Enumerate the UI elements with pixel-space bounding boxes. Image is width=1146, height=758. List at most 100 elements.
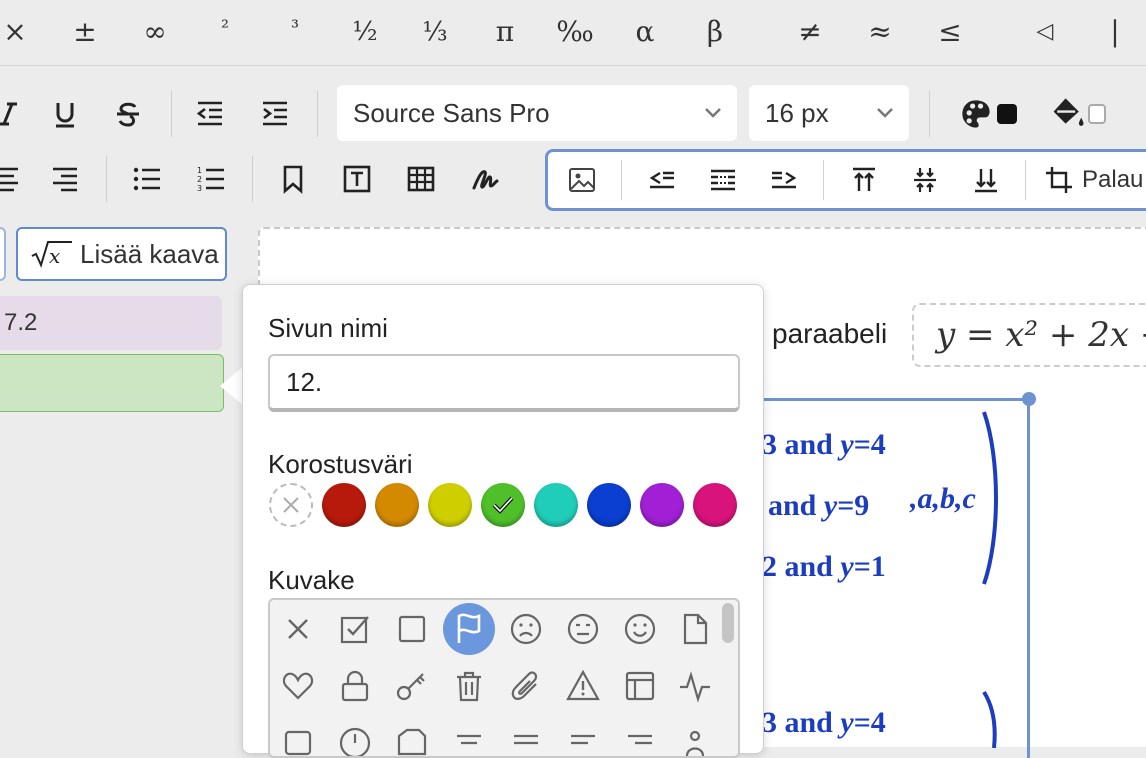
text-color-button[interactable] <box>950 92 1026 136</box>
signature-icon <box>472 170 499 190</box>
wrap-right-button[interactable] <box>762 158 806 202</box>
math-line: and y=9 <box>768 489 869 523</box>
pulse-icon <box>680 671 710 703</box>
color-swatch-purple[interactable] <box>640 483 684 527</box>
color-swatch-none[interactable] <box>269 483 313 527</box>
symbol-approx[interactable]: ≈ <box>855 12 905 52</box>
page-list-item-selected[interactable] <box>0 354 224 412</box>
strikethrough-button[interactable] <box>106 92 150 136</box>
outdent-button[interactable] <box>188 92 232 136</box>
math-line-prefix: 2 and <box>762 550 841 583</box>
color-swatch-blue[interactable] <box>587 483 631 527</box>
icon-option-align-right[interactable] <box>614 717 666 756</box>
color-swatch-teal[interactable] <box>534 483 578 527</box>
symbol-squared[interactable]: ² <box>200 12 250 52</box>
icon-option-document[interactable] <box>669 603 721 655</box>
math-params: ,a,b,c <box>910 482 976 515</box>
clock-icon <box>339 727 371 756</box>
checkbox-checked-icon <box>340 616 369 644</box>
color-swatch-red[interactable] <box>322 483 366 527</box>
icon-option-key[interactable] <box>386 660 438 712</box>
left-panel-button[interactable] <box>0 227 6 281</box>
bullet-list-button[interactable] <box>125 157 169 201</box>
color-swatch-orange[interactable] <box>375 483 419 527</box>
bookmark-icon <box>283 165 303 194</box>
icon-option-warning[interactable] <box>557 660 609 712</box>
symbol-bar[interactable]: | <box>1090 12 1140 52</box>
symbol-less-equal[interactable]: ≤ <box>925 12 975 52</box>
icon-option-lock[interactable] <box>329 660 381 712</box>
icon-option-tag[interactable] <box>386 717 438 756</box>
icon-option-happy-face[interactable] <box>614 603 666 655</box>
page-list-item[interactable]: 7.2 <box>0 296 222 350</box>
symbol-third[interactable]: ⅓ <box>410 12 460 52</box>
math-line-prefix: 3 and <box>762 706 841 739</box>
align-middle-button[interactable] <box>903 158 947 202</box>
symbol-alpha[interactable]: α <box>620 12 670 52</box>
svg-text:3: 3 <box>197 184 202 193</box>
icon-option-checkbox-empty[interactable] <box>386 603 438 655</box>
icon-option-trash[interactable] <box>443 660 495 712</box>
font-family-select[interactable]: Source Sans Pro <box>337 85 737 141</box>
icon-option-person[interactable] <box>669 717 721 756</box>
math-line-var: y <box>840 706 854 739</box>
icon-option-align-center[interactable] <box>443 717 495 756</box>
document-text[interactable]: paraabeli <box>772 318 887 350</box>
icon-option-align-left[interactable] <box>557 717 609 756</box>
math-line-prefix: and <box>768 489 824 522</box>
symbol-plus-minus[interactable]: ± <box>60 12 110 52</box>
icon-option-close[interactable] <box>272 603 324 655</box>
symbol-infinity[interactable]: ∞ <box>130 12 180 52</box>
icon-option-flag[interactable] <box>443 603 495 655</box>
icon-option-align-justify[interactable] <box>500 717 552 756</box>
math-line-prefix: 3 and <box>762 428 841 461</box>
bookmark-button[interactable] <box>271 157 315 201</box>
draw-button[interactable] <box>463 157 507 201</box>
symbol-triangle-left[interactable]: ◁ <box>1020 12 1070 52</box>
page-name-input[interactable] <box>268 354 740 412</box>
align-right-button[interactable] <box>43 157 87 201</box>
icon-option-pulse[interactable] <box>669 660 721 712</box>
scrollbar[interactable] <box>722 603 734 643</box>
font-family-value: Source Sans Pro <box>353 97 550 128</box>
numbered-list-button[interactable]: 123 <box>189 157 233 201</box>
align-bottom-button[interactable] <box>964 158 1008 202</box>
icon-option-paperclip[interactable] <box>500 660 552 712</box>
wrap-inline-button[interactable] <box>701 158 745 202</box>
symbol-pi[interactable]: π <box>480 12 530 52</box>
color-swatch-magenta[interactable] <box>693 483 737 527</box>
underline-button[interactable] <box>43 92 87 136</box>
align-center-button[interactable] <box>0 157 28 201</box>
symbol-not-equal[interactable]: ≠ <box>785 12 835 52</box>
icon-option-table[interactable] <box>614 660 666 712</box>
icon-option-sad-face[interactable] <box>500 603 552 655</box>
align-top-button[interactable] <box>842 158 886 202</box>
symbol-beta[interactable]: β <box>690 12 740 52</box>
wrap-left-button[interactable] <box>640 158 684 202</box>
font-size-select[interactable]: 16 px <box>749 85 909 141</box>
icon-option-neutral-face[interactable] <box>557 603 609 655</box>
indent-button[interactable] <box>253 92 297 136</box>
italic-button[interactable] <box>0 92 30 136</box>
math-formula[interactable]: y = x² + 2x − <box>912 303 1146 367</box>
symbol-half[interactable]: ½ <box>340 12 390 52</box>
text-box-button[interactable] <box>335 157 379 201</box>
color-swatch-green[interactable] <box>481 483 525 527</box>
add-formula-button[interactable]: x Lisää kaava <box>16 227 227 281</box>
reset-size-button[interactable]: Palau <box>1044 158 1146 202</box>
icon-option-square[interactable] <box>272 717 324 756</box>
insert-image-button[interactable] <box>560 158 604 202</box>
icon-option-heart[interactable] <box>272 660 324 712</box>
symbol-cubed[interactable]: ³ <box>270 12 320 52</box>
resize-handle[interactable] <box>1022 392 1036 406</box>
color-swatch-yellow[interactable] <box>428 483 472 527</box>
background-color-button[interactable] <box>1040 92 1116 136</box>
icon-option-clock[interactable] <box>329 717 381 756</box>
icon-label: Kuvake <box>268 565 355 595</box>
math-line-var: y <box>840 428 854 461</box>
math-line-var: y <box>840 550 854 583</box>
symbol-times[interactable]: × <box>0 12 40 52</box>
table-button[interactable] <box>399 157 443 201</box>
icon-option-checkbox-checked[interactable] <box>329 603 381 655</box>
symbol-per-mille[interactable]: ‰ <box>550 12 600 52</box>
